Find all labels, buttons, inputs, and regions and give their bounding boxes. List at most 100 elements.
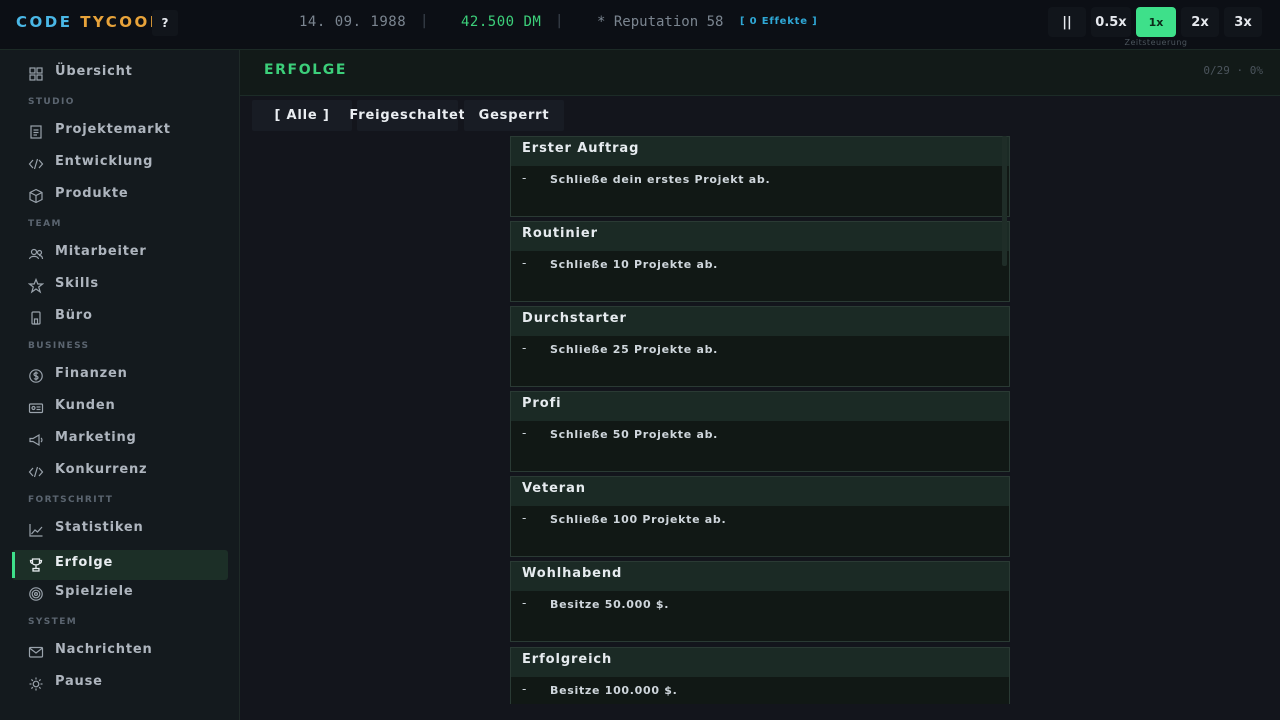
- achievement-description: Besitze 100.000 $.: [550, 684, 678, 697]
- game-date: 14. 09. 1988: [299, 14, 407, 30]
- trophy-icon: [28, 557, 44, 573]
- sidebar-item-label: Finanzen: [55, 366, 128, 381]
- sidebar-item-label: Übersicht: [55, 64, 133, 79]
- sidebar-item-label: Statistiken: [55, 520, 144, 535]
- sidebar-item-label: Spielziele: [55, 584, 134, 599]
- sidebar-item-spielziele[interactable]: Spielziele: [12, 579, 228, 609]
- help-button[interactable]: ?: [152, 10, 178, 36]
- filter-tab-locked[interactable]: Gesperrt: [464, 100, 564, 131]
- star-icon: [28, 278, 44, 294]
- achievement-status: -: [522, 426, 527, 440]
- achievement-title: Erster Auftrag: [522, 141, 640, 156]
- speed-2x-button[interactable]: 2x: [1181, 7, 1219, 37]
- page-title: ERFOLGE: [264, 62, 347, 78]
- top-bar: CODE TYCOON ? 14. 09. 1988 | 42.500 DM |…: [0, 0, 1280, 50]
- achievement-card: Durchstarter - Schließe 25 Projekte ab.: [510, 306, 1010, 387]
- sidebar-section-system: SYSTEM: [28, 617, 78, 627]
- money-display: 42.500 DM: [461, 14, 542, 30]
- mail-icon: [28, 644, 44, 660]
- id-card-icon: [28, 400, 44, 416]
- achievement-title: Routinier: [522, 226, 598, 241]
- sidebar-item-erfolge[interactable]: Erfolge: [12, 550, 228, 580]
- achievement-description: Besitze 50.000 $.: [550, 598, 670, 611]
- card-header: Profi: [511, 392, 1009, 421]
- sidebar-item-finanzen[interactable]: Finanzen: [12, 361, 228, 391]
- achievement-card: Routinier - Schließe 10 Projekte ab.: [510, 221, 1010, 302]
- speed-1x-button[interactable]: 1x: [1136, 7, 1176, 37]
- pause-button[interactable]: ||: [1048, 7, 1086, 37]
- document-icon: [28, 124, 44, 140]
- sidebar-section-team: TEAM: [28, 219, 62, 229]
- achievement-card: Veteran - Schließe 100 Projekte ab.: [510, 476, 1010, 557]
- filter-tab-all[interactable]: [ Alle ]: [252, 100, 352, 131]
- sidebar-section-fortschritt: FORTSCHRITT: [28, 495, 114, 505]
- coin-icon: [28, 368, 44, 384]
- achievement-status: -: [522, 256, 527, 270]
- achievement-description: Schließe 100 Projekte ab.: [550, 513, 727, 526]
- sidebar-item-buero[interactable]: Büro: [12, 303, 228, 333]
- people-icon: [28, 246, 44, 262]
- achievement-progress: 0/29 · 0%: [1203, 64, 1263, 77]
- sidebar-item-statistiken[interactable]: Statistiken: [12, 515, 228, 545]
- achievement-card: Erfolgreich - Besitze 100.000 $.: [510, 647, 1010, 704]
- code-icon: [28, 156, 44, 172]
- achievement-card: Profi - Schließe 50 Projekte ab.: [510, 391, 1010, 472]
- sidebar-item-label: Mitarbeiter: [55, 244, 147, 259]
- card-header: Durchstarter: [511, 307, 1009, 336]
- sidebar-item-label: Entwicklung: [55, 154, 154, 169]
- grid-icon: [28, 66, 44, 82]
- sidebar-item-overview[interactable]: Übersicht: [12, 59, 228, 89]
- sidebar-item-projektemarkt[interactable]: Projektemarkt: [12, 117, 228, 147]
- game-logo: CODE TYCOON: [16, 13, 165, 31]
- sidebar-item-nachrichten[interactable]: Nachrichten: [12, 637, 228, 667]
- sidebar-item-label: Skills: [55, 276, 99, 291]
- code-icon: [28, 464, 44, 480]
- achievement-description: Schließe dein erstes Projekt ab.: [550, 173, 771, 186]
- sidebar-item-kunden[interactable]: Kunden: [12, 393, 228, 423]
- achievement-status: -: [522, 511, 527, 525]
- sidebar-item-marketing[interactable]: Marketing: [12, 425, 228, 455]
- achievement-status: -: [522, 341, 527, 355]
- achievement-description: Schließe 25 Projekte ab.: [550, 343, 719, 356]
- target-icon: [28, 586, 44, 602]
- megaphone-icon: [28, 432, 44, 448]
- card-header: Routinier: [511, 222, 1009, 251]
- sidebar: Übersicht STUDIO Projektemarkt Entwicklu…: [0, 50, 240, 720]
- sidebar-item-label: Konkurrenz: [55, 462, 148, 477]
- sidebar-item-label: Produkte: [55, 186, 129, 201]
- separator: |: [555, 13, 564, 29]
- sidebar-item-label: Projektemarkt: [55, 122, 171, 137]
- card-header: Veteran: [511, 477, 1009, 506]
- filter-tab-unlocked[interactable]: Freigeschaltet: [349, 100, 465, 131]
- speed-3x-button[interactable]: 3x: [1224, 7, 1262, 37]
- achievement-list: Erster Auftrag - Schließe dein erstes Pr…: [510, 136, 1010, 704]
- page-header: ERFOLGE 0/29 · 0%: [240, 50, 1280, 96]
- sidebar-item-label: Pause: [55, 674, 103, 689]
- list-scrollbar[interactable]: [1002, 136, 1007, 266]
- achievement-card: Erster Auftrag - Schließe dein erstes Pr…: [510, 136, 1010, 217]
- sidebar-item-label: Erfolge: [55, 555, 114, 570]
- speed-caption: Zeitsteuerung: [1124, 38, 1188, 47]
- achievement-title: Wohlhabend: [522, 566, 623, 581]
- speed-0-5x-button[interactable]: 0.5x: [1091, 7, 1131, 37]
- sidebar-item-skills[interactable]: Skills: [12, 271, 228, 301]
- sidebar-item-mitarbeiter[interactable]: Mitarbeiter: [12, 239, 228, 269]
- sidebar-item-label: Kunden: [55, 398, 116, 413]
- achievement-title: Profi: [522, 396, 562, 411]
- card-header: Erfolgreich: [511, 648, 1009, 677]
- sidebar-item-pause[interactable]: Pause: [12, 669, 228, 699]
- reputation-display: * Reputation 58: [597, 14, 724, 30]
- chart-line-icon: [28, 522, 44, 538]
- box-icon: [28, 188, 44, 204]
- building-icon: [28, 310, 44, 326]
- achievement-status: -: [522, 682, 527, 696]
- sidebar-item-konkurrenz[interactable]: Konkurrenz: [12, 457, 228, 487]
- sidebar-item-label: Marketing: [55, 430, 137, 445]
- achievement-status: -: [522, 171, 527, 185]
- sidebar-item-produkte[interactable]: Produkte: [12, 181, 228, 211]
- effects-button[interactable]: [ 0 Effekte ]: [740, 16, 817, 27]
- gear-icon: [28, 676, 44, 692]
- sidebar-section-studio: STUDIO: [28, 97, 75, 107]
- achievement-title: Erfolgreich: [522, 652, 613, 667]
- sidebar-item-entwicklung[interactable]: Entwicklung: [12, 149, 228, 179]
